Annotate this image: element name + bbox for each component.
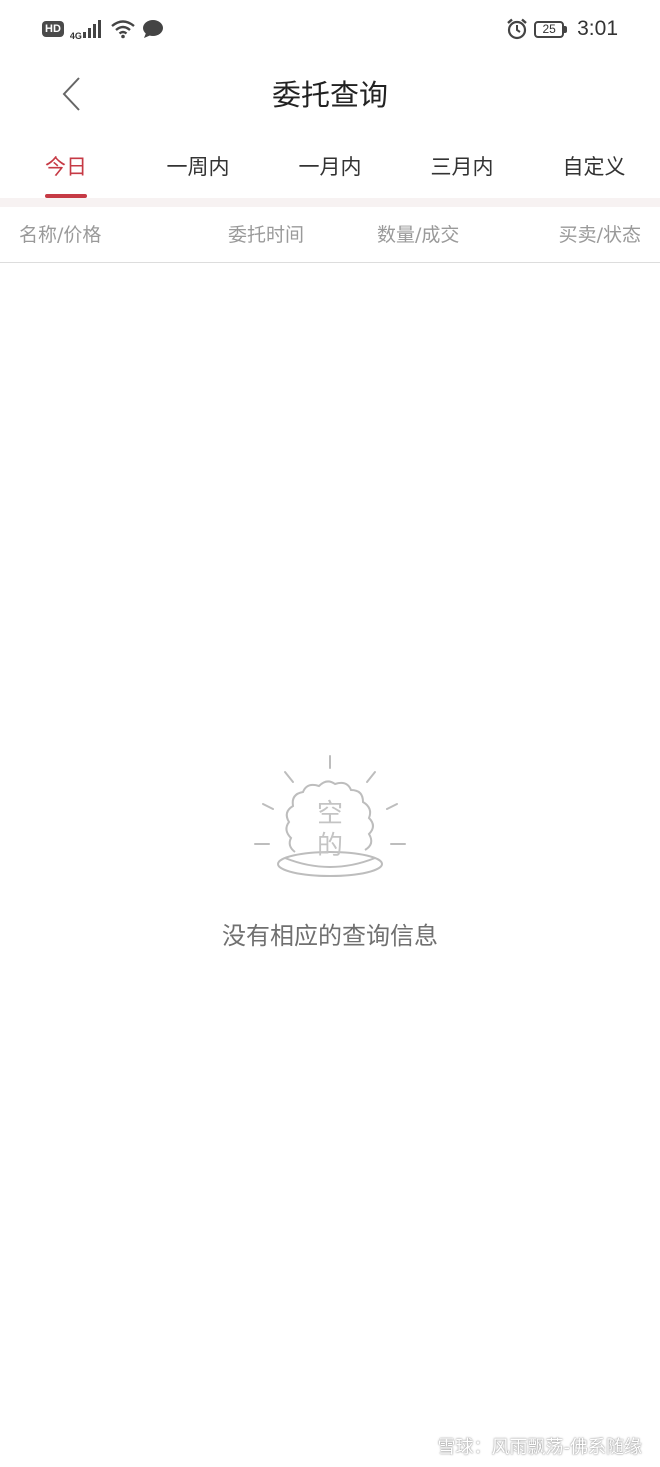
tab-label: 三月内: [430, 155, 494, 179]
page-title: 委托查询: [271, 78, 388, 112]
tab-label: 一月内: [298, 155, 362, 179]
tab-one-month[interactable]: 一月内: [264, 134, 396, 198]
tab-one-week[interactable]: 一周内: [132, 134, 264, 198]
tab-separator: [0, 198, 660, 207]
tab-label: 今日: [45, 155, 87, 179]
battery-level: 25: [534, 20, 565, 38]
column-name-price: 名称/价格: [19, 224, 102, 246]
tab-today[interactable]: 今日: [0, 134, 132, 198]
snowball-logo-icon: [410, 1435, 431, 1457]
column-order-time: 委托时间: [228, 224, 305, 246]
status-bar: HD 4G 25 3:01: [0, 0, 660, 58]
clock: 3:01: [577, 17, 618, 40]
status-left: HD 4G: [42, 17, 164, 41]
tab-label: 自定义: [562, 155, 626, 179]
tab-custom[interactable]: 自定义: [528, 134, 660, 198]
empty-message: 没有相应的查询信息: [222, 922, 438, 950]
hd-badge: HD: [42, 21, 64, 37]
status-right: 25 3:01: [506, 17, 618, 41]
column-quantity-filled: 数量/成交: [377, 224, 460, 246]
watermark: 雪球：风雨飘荡-佛系随缘: [410, 1433, 643, 1459]
nav-header: 委托查询: [0, 58, 660, 132]
battery-indicator: 25: [534, 20, 568, 38]
illustration-text-bottom: 的: [317, 831, 343, 861]
illustration-text-top: 空: [317, 799, 343, 829]
alarm-clock-icon: [507, 18, 527, 40]
empty-box-icon: 空 的: [254, 755, 406, 877]
signal-icon: [82, 20, 101, 38]
period-tabs: 今日 一周内 一月内 三月内 自定义: [0, 134, 660, 198]
tab-three-months[interactable]: 三月内: [396, 134, 528, 198]
tab-label: 一周内: [166, 155, 230, 179]
chat-bubble-icon: [142, 20, 163, 38]
network-type-label: 4G: [69, 31, 82, 41]
table-header: 名称/价格 委托时间 数量/成交 买卖/状态: [0, 207, 660, 263]
empty-state: 空 的 没有相应的查询信息: [0, 750, 660, 951]
watermark-text: 雪球：风雨飘荡-佛系随缘: [437, 1437, 643, 1458]
wifi-icon: [111, 20, 135, 39]
battery-tip: [564, 25, 568, 33]
column-side-status: 买卖/状态: [558, 224, 641, 246]
